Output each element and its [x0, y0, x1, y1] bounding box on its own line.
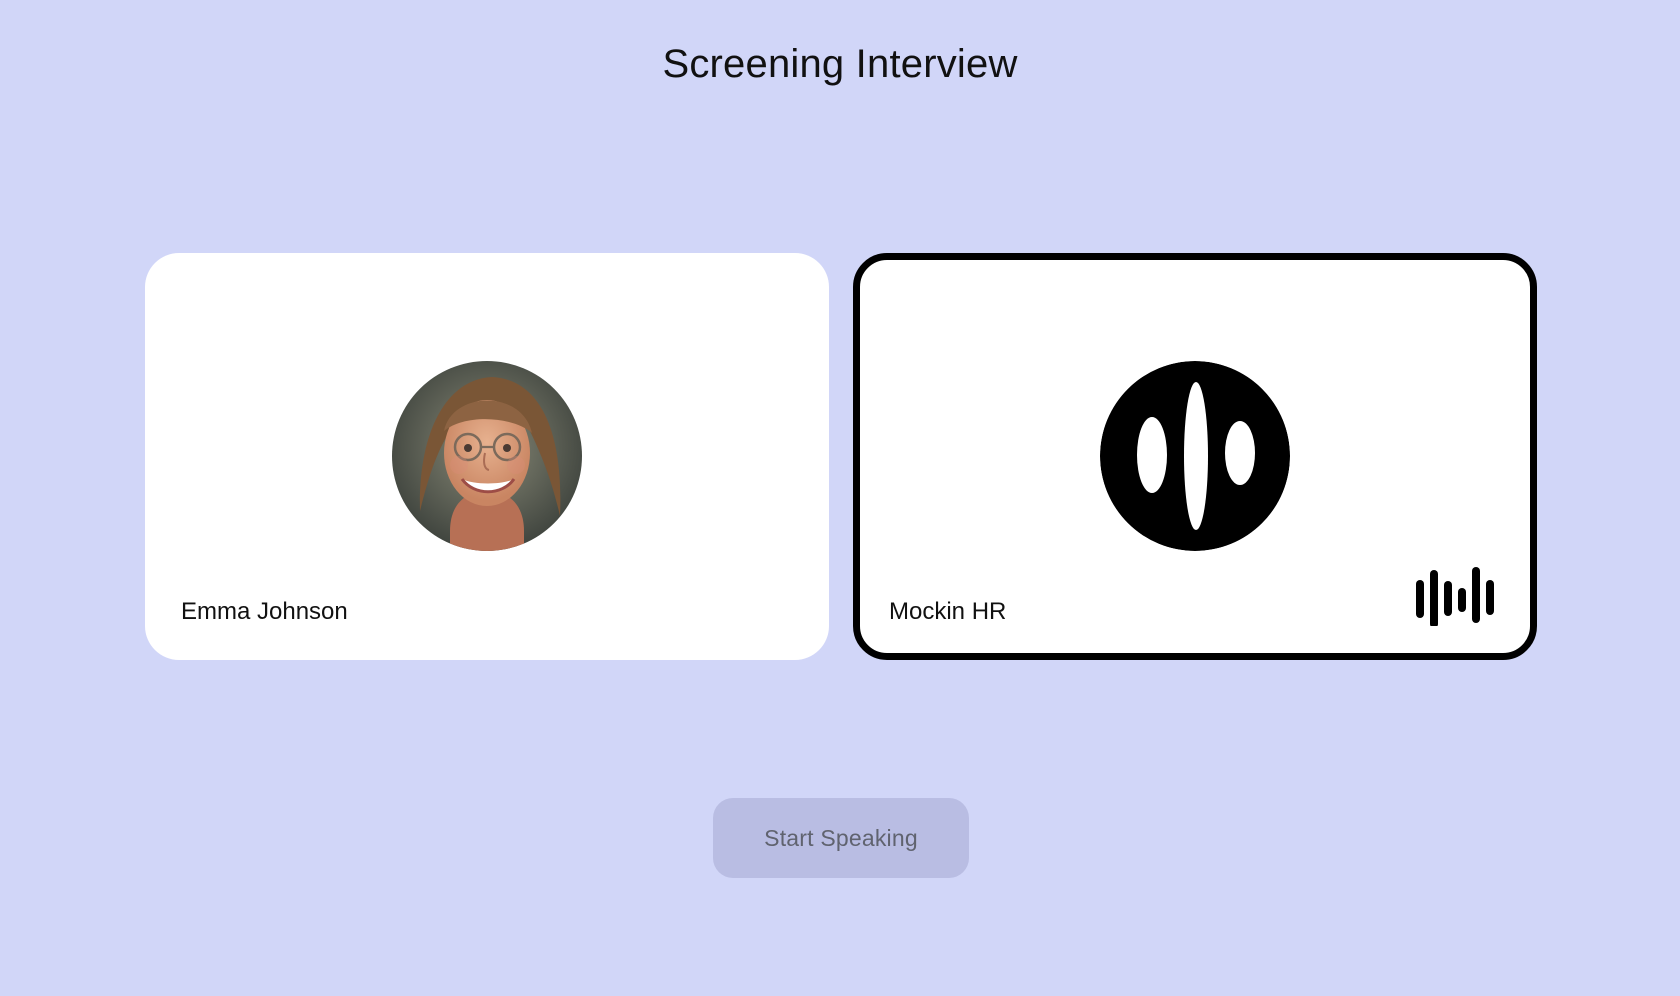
- participant-card-emma: Emma Johnson: [145, 253, 829, 660]
- audio-waveform-icon: [1414, 566, 1494, 626]
- participant-name: Emma Johnson: [181, 598, 348, 625]
- participant-card-mockin-hr: Mockin HR: [853, 253, 1537, 660]
- participant-name: Mockin HR: [889, 598, 1007, 625]
- interview-screen: Screening Interview Emma Johnson Mockin …: [0, 0, 1680, 996]
- mockin-logo-icon: [1100, 361, 1290, 551]
- page-title: Screening Interview: [662, 42, 1018, 86]
- user-avatar-photo: [392, 361, 582, 551]
- start-speaking-button[interactable]: Start Speaking: [713, 798, 969, 878]
